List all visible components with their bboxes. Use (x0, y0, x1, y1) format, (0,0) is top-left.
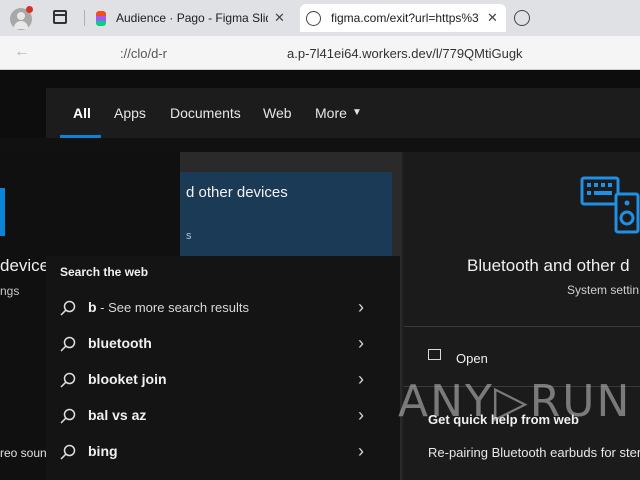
suggestion-item[interactable]: bluetooth › (46, 325, 386, 361)
chevron-right-icon[interactable]: › (358, 369, 364, 390)
chevron-down-icon[interactable]: ▼ (352, 88, 362, 138)
search-icon (60, 444, 76, 465)
search-top-band (0, 70, 640, 88)
search-category-nav: All Apps Documents Web More ▼ (46, 88, 640, 138)
tab-all[interactable]: All (73, 88, 91, 138)
bluetooth-devices-icon (580, 172, 640, 234)
suggestion-query: bing (88, 443, 118, 459)
preview-panel: Bluetooth and other d System settin Open… (404, 152, 640, 480)
close-icon[interactable]: ✕ (487, 10, 498, 26)
tab-more[interactable]: More (315, 88, 347, 138)
back-arrow-icon[interactable]: ← (14, 43, 30, 61)
chevron-right-icon[interactable]: › (358, 441, 364, 462)
tab-title: Audience · Pago - Figma Slid (116, 11, 268, 25)
nav-gap (0, 138, 640, 152)
search-icon (60, 408, 76, 429)
suggestion-query: bluetooth (88, 335, 152, 351)
tab-title: figma.com/exit?url=https%3 (331, 11, 479, 25)
suggestions-header: Search the web (60, 265, 149, 279)
anyrun-watermark: ANY▷RUN (398, 376, 632, 427)
divider (404, 326, 640, 327)
suggestion-item[interactable]: bing › (46, 433, 386, 469)
open-icon (428, 349, 441, 360)
search-icon (60, 336, 76, 357)
globe-icon (306, 10, 321, 26)
tab-figma-exit[interactable]: figma.com/exit?url=https%3 ✕ (300, 4, 506, 32)
suggestion-item[interactable]: bal vs az › (46, 397, 386, 433)
suggestion-item[interactable]: b - See more search results › (46, 289, 386, 325)
tab-apps[interactable]: Apps (114, 88, 146, 138)
left-panel-subtitle: ngs (0, 284, 20, 298)
suggestion-item[interactable]: blooket join › (46, 361, 386, 397)
tab-web[interactable]: Web (263, 88, 292, 138)
chevron-right-icon[interactable]: › (358, 333, 364, 354)
suggestion-query: blooket join (88, 371, 167, 387)
tab-documents[interactable]: Documents (170, 88, 241, 138)
chevron-right-icon[interactable]: › (358, 405, 364, 426)
suggestion-query: b (88, 299, 97, 315)
suggestion-query: bal vs az (88, 407, 147, 423)
chevron-right-icon[interactable]: › (358, 297, 364, 318)
browser-tab-bar: Audience · Pago - Figma Slid ✕ figma.com… (0, 0, 640, 36)
tab-actions-icon[interactable] (53, 10, 67, 24)
url-text[interactable]: a.p-7l41ei64.workers.dev/l/779QMtiGugk (287, 46, 523, 61)
best-match-title: d other devices (186, 184, 288, 201)
settings-app-tile (0, 188, 5, 236)
left-strip (0, 70, 46, 140)
preview-subtitle: System settin (567, 283, 640, 297)
best-match-sub: s (186, 230, 192, 242)
best-match-card[interactable]: d other devices s (180, 172, 392, 256)
profile-avatar[interactable] (10, 6, 33, 30)
preview-title: Bluetooth and other d (467, 256, 630, 275)
loading-tab-icon[interactable] (514, 10, 530, 26)
figma-icon (96, 10, 106, 26)
search-icon (60, 372, 76, 393)
tab-figma[interactable]: Audience · Pago - Figma Slid ✕ (92, 4, 298, 32)
address-bar: ← ://clo/d-r a.p-7l41ei64.workers.dev/l/… (0, 36, 640, 70)
open-action[interactable]: Open (456, 351, 488, 366)
web-help-item[interactable]: Re-pairing Bluetooth earbuds for ster (428, 445, 640, 460)
suggestion-suffix: - See more search results (96, 300, 250, 315)
url-prefix: ://clo/d-r (120, 46, 167, 61)
close-icon[interactable]: ✕ (274, 10, 285, 26)
search-icon (60, 300, 76, 321)
